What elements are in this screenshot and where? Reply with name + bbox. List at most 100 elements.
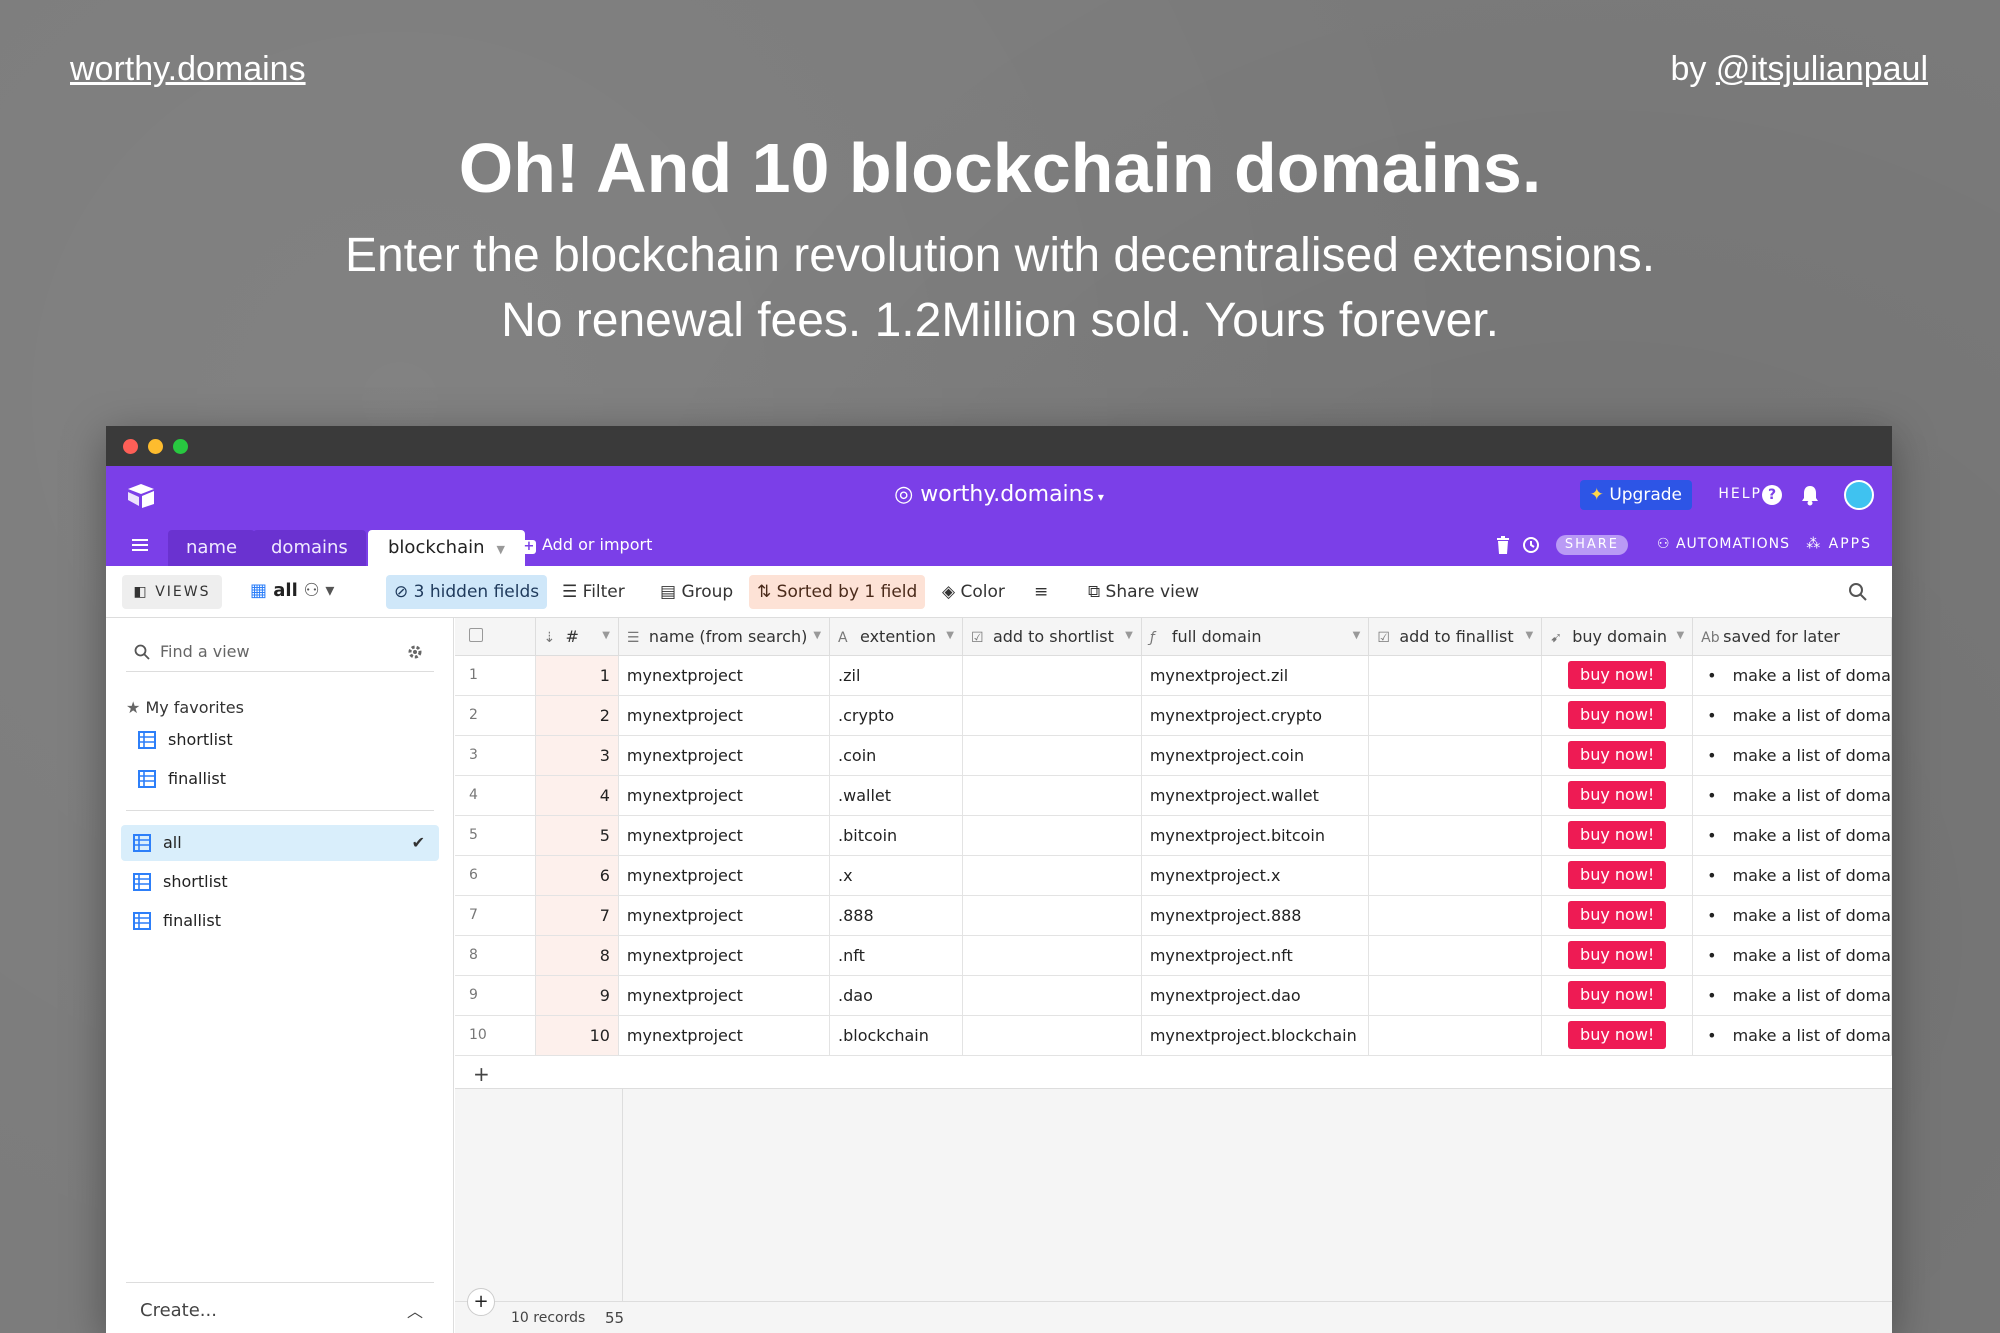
full-domain-cell[interactable]: mynextproject.blockchain [1141, 1015, 1370, 1056]
finallist-checkbox-cell[interactable] [1368, 775, 1543, 816]
shortlist-checkbox-cell[interactable] [962, 895, 1142, 936]
trash-icon[interactable] [1496, 536, 1510, 554]
number-cell[interactable]: 7 [535, 895, 619, 936]
number-cell[interactable]: 8 [535, 935, 619, 976]
finallist-checkbox-cell[interactable] [1368, 655, 1543, 696]
caret-down-icon[interactable]: ▼ [946, 630, 954, 641]
tab-name[interactable]: name [168, 530, 256, 566]
extention-cell[interactable]: .dao [829, 975, 963, 1016]
name-cell[interactable]: mynextproject [618, 815, 831, 856]
name-cell[interactable]: mynextproject [618, 895, 831, 936]
favorite-view-shortlist[interactable]: shortlist [126, 722, 233, 758]
shortlist-checkbox-cell[interactable] [962, 855, 1142, 896]
shortlist-checkbox-cell[interactable] [962, 695, 1142, 736]
full-domain-cell[interactable]: mynextproject.coin [1141, 735, 1370, 776]
name-cell[interactable]: mynextproject [618, 935, 831, 976]
number-cell[interactable]: 6 [535, 855, 619, 896]
row-number[interactable]: 5 [455, 815, 536, 856]
number-cell[interactable]: 9 [535, 975, 619, 1016]
view-item-shortlist[interactable]: shortlist [121, 864, 228, 900]
buy-now-button[interactable]: buy now! [1568, 1021, 1667, 1049]
minimize-window-button[interactable] [148, 439, 163, 454]
caret-down-icon[interactable]: ▼ [1353, 630, 1361, 641]
saved-for-later-cell[interactable]: • make a list of doma [1692, 815, 1892, 856]
number-cell[interactable]: 1 [535, 655, 619, 696]
shortlist-checkbox-cell[interactable] [962, 1015, 1142, 1056]
user-avatar[interactable] [1844, 480, 1874, 510]
row-number[interactable]: 1 [455, 655, 536, 696]
caret-down-icon[interactable]: ▼ [1676, 630, 1684, 641]
row-number[interactable]: 8 [455, 935, 536, 976]
table-row[interactable]: 8 8 mynextproject .nft mynextproject.nft buy … [455, 935, 1892, 976]
table-row[interactable]: 10 10 mynextproject .blockchain mynextprojec… [455, 1015, 1892, 1056]
name-cell[interactable]: mynextproject [618, 1015, 831, 1056]
saved-for-later-cell[interactable]: • make a list of doma [1692, 975, 1892, 1016]
saved-for-later-cell[interactable]: • make a list of doma [1692, 655, 1892, 696]
extention-cell[interactable]: .nft [829, 935, 963, 976]
shortlist-checkbox-cell[interactable] [962, 735, 1142, 776]
column-header-number[interactable]: ⇣ # ▼ [535, 618, 619, 656]
full-domain-cell[interactable]: mynextproject.bitcoin [1141, 815, 1370, 856]
saved-for-later-cell[interactable]: • make a list of doma [1692, 695, 1892, 736]
row-number[interactable]: 4 [455, 775, 536, 816]
name-cell[interactable]: mynextproject [618, 975, 831, 1016]
sort-button[interactable]: ⇅ Sorted by 1 field [749, 575, 926, 609]
extention-cell[interactable]: .wallet [829, 775, 963, 816]
favorite-view-finallist[interactable]: finallist [126, 761, 226, 797]
column-header-saved-for-later[interactable]: Ab saved for later [1692, 618, 1892, 656]
caret-down-icon[interactable]: ▼ [602, 630, 610, 641]
extention-cell[interactable]: .coin [829, 735, 963, 776]
finallist-checkbox-cell[interactable] [1368, 935, 1543, 976]
finallist-checkbox-cell[interactable] [1368, 815, 1543, 856]
name-cell[interactable]: mynextproject [618, 655, 831, 696]
extention-cell[interactable]: .bitcoin [829, 815, 963, 856]
table-row[interactable]: 1 1 mynextproject .zil mynextproject.zil buy … [455, 655, 1892, 696]
upgrade-button[interactable]: ✦ Upgrade [1579, 480, 1692, 510]
finallist-checkbox-cell[interactable] [1368, 855, 1543, 896]
shortlist-checkbox-cell[interactable] [962, 655, 1142, 696]
column-header-buy-domain[interactable]: ➹ buy domain ▼ [1541, 618, 1694, 656]
add-or-import-button[interactable]: + Add or import [522, 535, 652, 554]
row-number[interactable]: 10 [455, 1015, 536, 1056]
buy-now-button[interactable]: buy now! [1568, 741, 1667, 769]
caret-down-icon[interactable]: ▼ [813, 630, 821, 641]
table-row[interactable]: 6 6 mynextproject .x mynextproject.x buy now!… [455, 855, 1892, 896]
column-header-name[interactable]: ☰ name (from search) ▼ [618, 618, 831, 656]
column-header-add-to-finallist[interactable]: ☑ add to finallist ▼ [1368, 618, 1543, 656]
saved-for-later-cell[interactable]: • make a list of doma [1692, 775, 1892, 816]
view-switcher[interactable]: ▦ all ⚇ ▾ [250, 580, 334, 601]
maximize-window-button[interactable] [173, 439, 188, 454]
buy-now-button[interactable]: buy now! [1568, 941, 1667, 969]
history-icon[interactable] [1522, 536, 1540, 554]
name-cell[interactable]: mynextproject [618, 695, 831, 736]
table-row[interactable]: 2 2 mynextproject .crypto mynextproject.cryp… [455, 695, 1892, 736]
select-all-header[interactable] [455, 618, 536, 656]
extention-cell[interactable]: .blockchain [829, 1015, 963, 1056]
extention-cell[interactable]: .crypto [829, 695, 963, 736]
row-height-button[interactable]: ≡ [1026, 575, 1056, 609]
bell-icon[interactable] [1800, 484, 1820, 506]
shortlist-checkbox-cell[interactable] [962, 975, 1142, 1016]
buy-now-button[interactable]: buy now! [1568, 701, 1667, 729]
favorites-title[interactable]: ★ My favorites [126, 698, 244, 717]
finallist-checkbox-cell[interactable] [1368, 895, 1543, 936]
full-domain-cell[interactable]: mynextproject.crypto [1141, 695, 1370, 736]
color-button[interactable]: ◈ Color [934, 575, 1013, 609]
buy-now-button[interactable]: buy now! [1568, 781, 1667, 809]
view-item-all[interactable]: all ✔ [121, 825, 439, 861]
finallist-checkbox-cell[interactable] [1368, 1015, 1543, 1056]
finallist-checkbox-cell[interactable] [1368, 735, 1543, 776]
gear-icon[interactable] [406, 643, 424, 661]
checkbox-icon[interactable] [469, 627, 483, 642]
saved-for-later-cell[interactable]: • make a list of doma [1692, 935, 1892, 976]
help-icon[interactable]: ? [1762, 485, 1782, 505]
name-cell[interactable]: mynextproject [618, 855, 831, 896]
row-number[interactable]: 9 [455, 975, 536, 1016]
table-row[interactable]: 3 3 mynextproject .coin mynextproject.coin bu… [455, 735, 1892, 776]
apps-button[interactable]: ⁂ APPS [1806, 536, 1872, 552]
buy-now-button[interactable]: buy now! [1568, 981, 1667, 1009]
finallist-checkbox-cell[interactable] [1368, 695, 1543, 736]
table-row[interactable]: 5 5 mynextproject .bitcoin mynextproject.bit… [455, 815, 1892, 856]
caret-down-icon[interactable]: ▼ [497, 543, 505, 556]
saved-for-later-cell[interactable]: • make a list of doma [1692, 855, 1892, 896]
